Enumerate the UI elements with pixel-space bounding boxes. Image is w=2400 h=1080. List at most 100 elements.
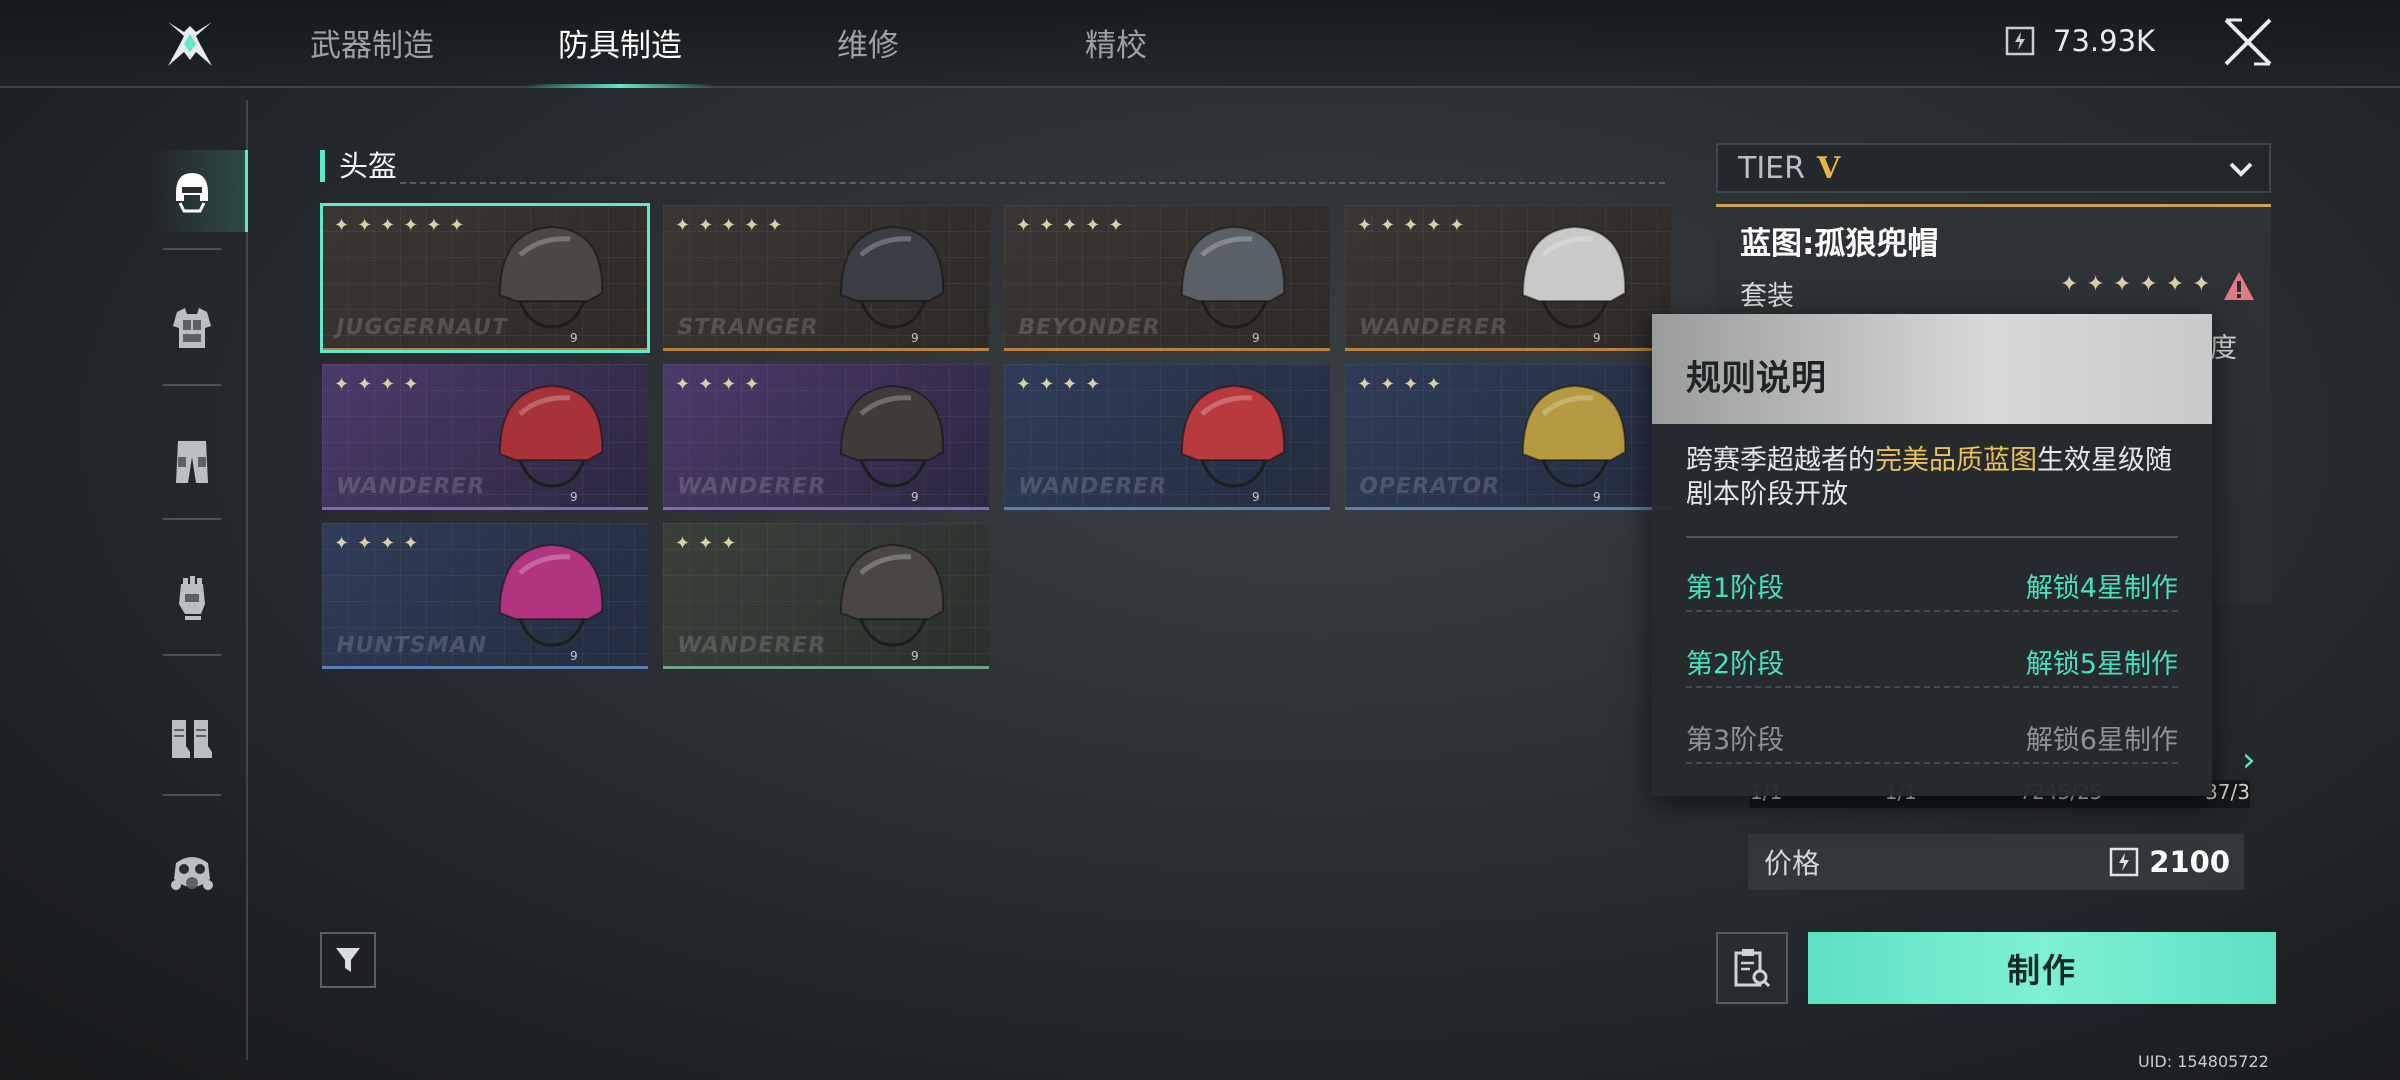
- card-level: 9: [1593, 490, 1601, 504]
- helmet-card[interactable]: ✦✦✦✦✦ STRANGER 9: [663, 205, 989, 351]
- card-stars: ✦✦✦: [675, 533, 745, 554]
- card-stars: ✦✦✦✦✦: [1016, 215, 1132, 236]
- sidebar-item-gas-mask[interactable]: [162, 844, 222, 904]
- rules-desc-prefix: 跨赛季超越者的: [1686, 445, 1875, 476]
- card-level: 9: [570, 331, 578, 345]
- card-brand: WANDERER: [674, 633, 829, 658]
- helmet-card[interactable]: ✦✦✦✦✦ BEYONDER 9: [1004, 205, 1330, 351]
- helmet-card[interactable]: ✦✦✦ WANDERER 9: [663, 523, 989, 669]
- card-stars: ✦✦✦✦: [1016, 374, 1109, 395]
- currency-value: 73.93K: [2053, 24, 2156, 58]
- helmet-card[interactable]: ✦✦✦✦ OPERATOR 9: [1345, 364, 1671, 510]
- rules-divider: [1686, 536, 2178, 538]
- tier-label: TIER: [1738, 150, 1805, 186]
- chevron-down-icon: [2229, 162, 2253, 177]
- helmet-icon: [1521, 225, 1627, 329]
- set-label: 套装: [1740, 281, 1794, 312]
- helmet-icon: [1180, 225, 1286, 329]
- stage-label: 第2阶段: [1686, 648, 1785, 680]
- helmet-icon: [1521, 384, 1627, 488]
- blueprint-preview-button[interactable]: [1716, 932, 1788, 1004]
- card-brand: WANDERER: [1356, 315, 1511, 340]
- sidebar-item-body-armor[interactable]: [162, 298, 222, 358]
- warning-icon[interactable]: [2222, 270, 2256, 302]
- card-brand: HUNTSMAN: [333, 633, 490, 658]
- stage-unlock: 解锁5星制作: [2025, 648, 2178, 680]
- sidebar-separator: [163, 518, 221, 520]
- stage-label: 第3阶段: [1686, 724, 1785, 756]
- sidebar-item-boots[interactable]: [162, 708, 222, 768]
- currency-display: 73.93K: [2005, 24, 2155, 58]
- price-value: 2100: [2149, 845, 2230, 879]
- tier-dropdown[interactable]: TIER V: [1716, 143, 2271, 193]
- sidebar-item-gloves[interactable]: [162, 568, 222, 628]
- card-stars: ✦✦✦✦✦: [1357, 215, 1473, 236]
- clipboard-search-icon: [1734, 949, 1771, 988]
- blueprint-title: 蓝图:孤狼兜帽: [1740, 226, 1939, 262]
- tab-refine[interactable]: 精校: [1016, 20, 1216, 68]
- card-level: 9: [911, 649, 919, 663]
- price-value-group: 2100: [2109, 845, 2230, 879]
- stage-unlock: 解锁6星制作: [2025, 724, 2178, 756]
- card-brand: WANDERER: [333, 474, 488, 499]
- card-stars: ✦✦✦✦: [1357, 374, 1450, 395]
- sidebar-separator: [163, 794, 221, 796]
- helmet-icon: [839, 225, 945, 329]
- card-brand: BEYONDER: [1015, 315, 1163, 340]
- rules-desc-highlight: 完美品质蓝图: [1875, 445, 2037, 476]
- close-icon[interactable]: [2220, 14, 2276, 70]
- set-stars: ✦✦✦✦✦✦: [2060, 272, 2219, 297]
- section-title: 头盔: [320, 150, 397, 182]
- sidebar-item-helmet[interactable]: [162, 162, 222, 222]
- helmet-card[interactable]: ✦✦✦✦ WANDERER 9: [322, 364, 648, 510]
- helmet-card[interactable]: ✦✦✦✦ HUNTSMAN 9: [322, 523, 648, 669]
- card-stars: ✦✦✦✦✦✦: [334, 215, 473, 236]
- sidebar-item-pants[interactable]: [162, 432, 222, 492]
- helmet-card[interactable]: ✦✦✦✦ WANDERER 9: [663, 364, 989, 510]
- helmet-card[interactable]: ✦✦✦✦✦✦ JUGGERNAUT 9: [320, 203, 650, 353]
- tab-repair[interactable]: 维修: [768, 20, 968, 68]
- card-stars: ✦✦✦✦✦: [675, 215, 791, 236]
- helmet-card[interactable]: ✦✦✦✦ WANDERER 9: [1004, 364, 1330, 510]
- card-stars: ✦✦✦✦: [334, 374, 427, 395]
- sidebar-separator: [163, 248, 221, 250]
- filter-button[interactable]: [320, 932, 376, 988]
- helmet-icon: [498, 384, 604, 488]
- gas-mask-icon: [171, 857, 213, 890]
- price-label: 价格: [1764, 847, 1821, 880]
- tab-armor-craft[interactable]: 防具制造: [520, 20, 720, 68]
- card-brand: STRANGER: [674, 315, 821, 340]
- body-armor-icon: [173, 308, 211, 348]
- card-level: 9: [911, 490, 919, 504]
- card-brand: WANDERER: [1015, 474, 1170, 499]
- card-level: 9: [570, 649, 578, 663]
- sidebar-separator: [163, 384, 221, 386]
- helmet-card[interactable]: ✦✦✦✦✦ WANDERER 9: [1345, 205, 1671, 351]
- card-level: 9: [1252, 331, 1260, 345]
- price-row: 价格 2100: [1748, 834, 2244, 890]
- gloves-icon: [179, 576, 205, 620]
- card-brand: OPERATOR: [1356, 474, 1502, 499]
- helmet-icon: [839, 543, 945, 647]
- stage-row-1: 第1阶段 解锁4星制作: [1686, 560, 2178, 612]
- currency-icon: [2110, 847, 2139, 877]
- card-level: 9: [1593, 331, 1601, 345]
- stage-row-2: 第2阶段 解锁5星制作: [1686, 636, 2178, 688]
- card-level: 9: [1252, 490, 1260, 504]
- card-brand: WANDERER: [674, 474, 829, 499]
- card-brand: JUGGERNAUT: [333, 315, 510, 340]
- tier-value: V: [1816, 150, 1841, 186]
- section-divider: [400, 182, 1665, 184]
- card-stars: ✦✦✦✦: [334, 533, 427, 554]
- craft-button[interactable]: 制作: [1808, 932, 2276, 1004]
- active-tab-indicator: [525, 84, 715, 88]
- rules-description: 跨赛季超越者的完美品质蓝图生效星级随剧本阶段开放: [1686, 444, 2186, 512]
- helmet-icon: [498, 543, 604, 647]
- game-logo-icon: [168, 22, 212, 66]
- sidebar-divider: [246, 100, 248, 1060]
- stage-unlock: 解锁4星制作: [2025, 572, 2178, 604]
- filter-icon: [336, 948, 360, 972]
- next-arrow-icon[interactable]: ›: [2242, 740, 2256, 780]
- partial-label: 度: [2210, 333, 2237, 364]
- tab-weapon-craft[interactable]: 武器制造: [272, 20, 472, 68]
